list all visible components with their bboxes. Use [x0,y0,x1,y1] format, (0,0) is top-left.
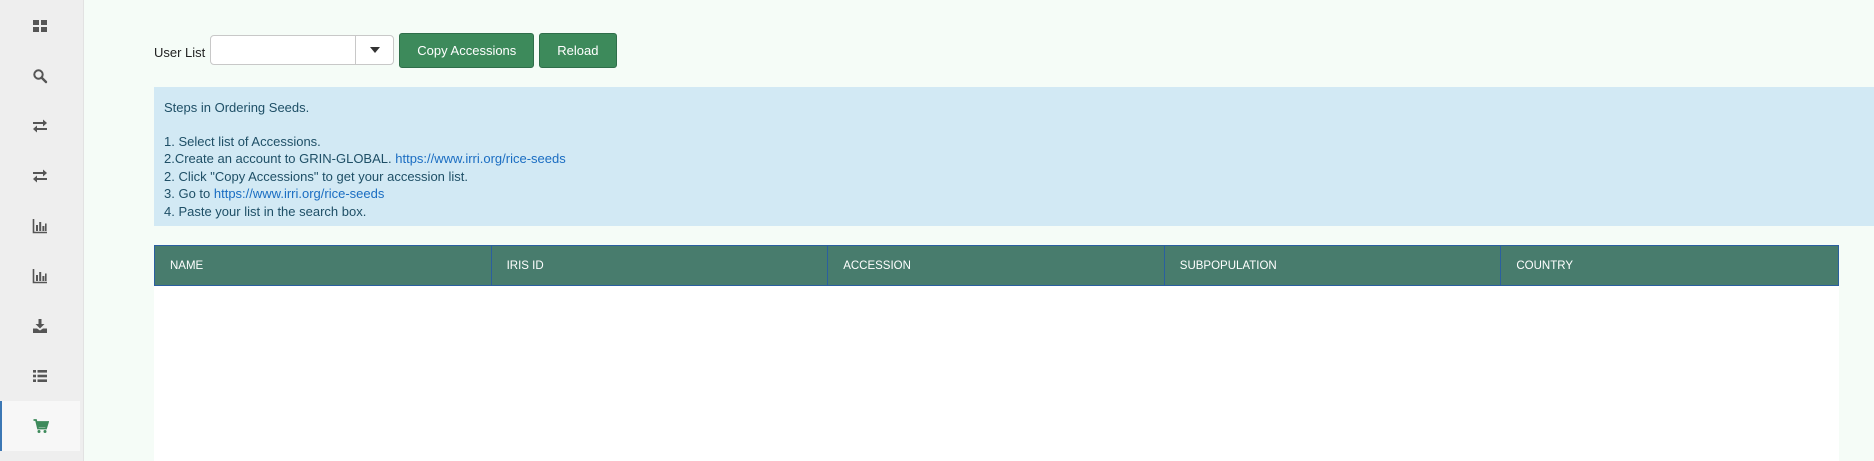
user-list-dropdown-button[interactable] [355,36,393,64]
cart-icon [33,419,49,433]
sidebar-item-search[interactable] [0,51,80,101]
sidebar-item-list[interactable] [0,351,80,401]
bar-chart-icon [32,269,47,284]
step-2: 2.Create an account to GRIN-GLOBAL. http… [164,150,1864,168]
column-header-country[interactable]: COUNTRY [1501,246,1838,285]
grin-global-link[interactable]: https://www.irri.org/rice-seeds [395,151,566,166]
exchange-icon [33,169,47,183]
toolbar: User List Copy Accessions Reload [154,32,617,68]
steps-title: Steps in Ordering Seeds. [164,100,310,115]
sidebar-item-download[interactable] [0,301,80,351]
exchange-icon [33,119,47,133]
user-list-label: User List [154,44,206,60]
sidebar [0,0,84,461]
sidebar-item-chart-2[interactable] [0,251,80,301]
column-header-subpopulation[interactable]: SUBPOPULATION [1165,246,1502,285]
column-header-name[interactable]: NAME [155,246,492,285]
download-icon [33,319,47,333]
sidebar-item-dashboard[interactable] [0,1,80,51]
main-content: User List Copy Accessions Reload Steps i… [84,0,1874,461]
column-header-iris-id[interactable]: IRIS ID [492,246,829,285]
caret-down-icon [369,47,380,53]
column-header-accession[interactable]: ACCESSION [828,246,1165,285]
user-list-select[interactable] [210,35,395,65]
search-icon [33,69,48,84]
step-1: 1. Select list of Accessions. [164,133,321,149]
step-4: 3. Go to https://www.irri.org/rice-seeds [164,185,1864,203]
list-icon [33,370,47,382]
ordering-steps-panel: Steps in Ordering Seeds. 1. Select list … [154,87,1874,226]
sidebar-item-exchange-1[interactable] [0,101,80,151]
accessions-table: NAME IRIS ID ACCESSION SUBPOPULATION COU… [154,245,1839,461]
dashboard-icon [33,20,47,32]
step-3: 2. Click "Copy Accessions" to get your a… [164,168,469,184]
step-4-text: 3. Go to [164,186,214,201]
sidebar-item-cart[interactable] [0,401,80,451]
bar-chart-icon [32,219,47,234]
copy-accessions-button[interactable]: Copy Accessions [399,32,535,68]
sidebar-item-exchange-2[interactable] [0,151,80,201]
sidebar-item-chart-1[interactable] [0,201,80,251]
table-header: NAME IRIS ID ACCESSION SUBPOPULATION COU… [154,245,1839,286]
step-2-text: 2.Create an account to GRIN-GLOBAL. [164,151,396,166]
user-list-value[interactable] [211,36,355,64]
reload-button[interactable]: Reload [539,32,617,68]
step-5: 4. Paste your list in the search box. [164,203,367,219]
irri-rice-seeds-link[interactable]: https://www.irri.org/rice-seeds [214,186,385,201]
